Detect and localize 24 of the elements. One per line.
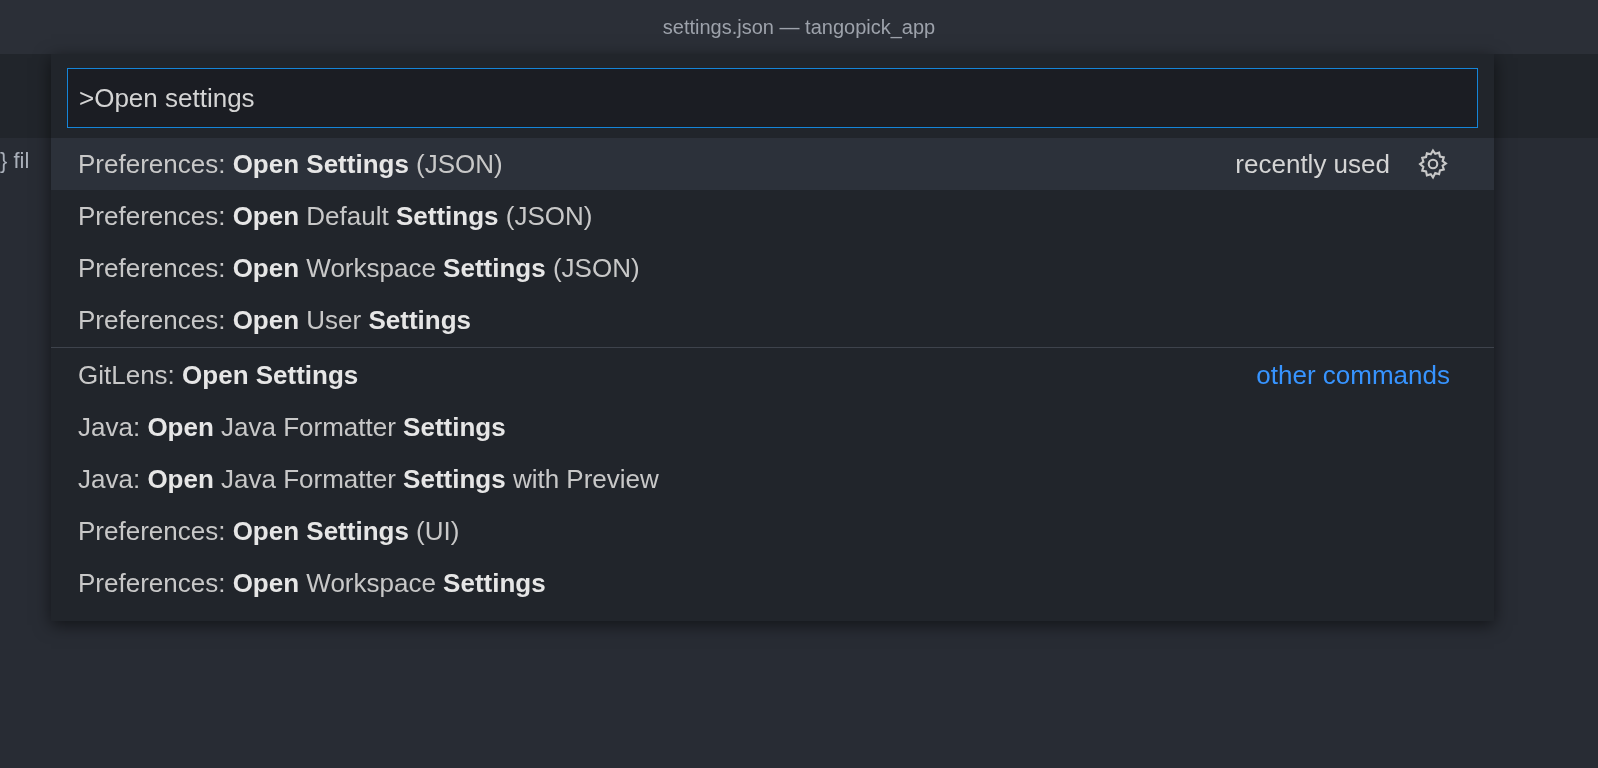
command-item[interactable]: Preferences: Open Workspace Settings (JSON) [51,242,1494,294]
command-label: Preferences: Open Workspace Settings (JSON) [78,252,641,284]
command-item[interactable]: Preferences: Open Default Settings (JSON) [51,190,1494,242]
group-heading: other commands [1256,359,1450,391]
command-item[interactable]: Preferences: Open User Settings [51,294,1494,346]
command-item[interactable]: Preferences: Open Settings (JSON) recently used [51,138,1494,190]
recently-used-label: recently used [1235,148,1390,180]
command-label: Preferences: Open User Settings [78,304,472,336]
command-item[interactable]: GitLens: Open Settings other commands [51,349,1494,401]
window-title: settings.json — tangopick_app [662,15,936,39]
command-label: Preferences: Open Settings (UI) [78,515,461,547]
command-label: Java: Open Java Formatter Settings [78,411,507,443]
command-input[interactable]: >Open settings [67,68,1478,128]
command-label: Preferences: Open Settings (JSON) [78,148,504,180]
command-label: GitLens: Open Settings [78,359,360,391]
command-item[interactable]: Java: Open Java Formatter Settings [51,401,1494,453]
command-item[interactable]: Preferences: Open Workspace Settings [51,557,1494,609]
breadcrumb: } fil [0,148,30,173]
settings-icon[interactable] [1416,147,1450,181]
command-item[interactable]: Preferences: Open Settings (UI) [51,505,1494,557]
command-label: Preferences: Open Workspace Settings [78,567,547,599]
command-item[interactable]: Java: Open Java Formatter Settings with Preview [51,453,1494,505]
command-label: Preferences: Open Default Settings (JSON) [78,200,594,232]
command-label: Java: Open Java Formatter Settings with Preview [78,463,660,495]
